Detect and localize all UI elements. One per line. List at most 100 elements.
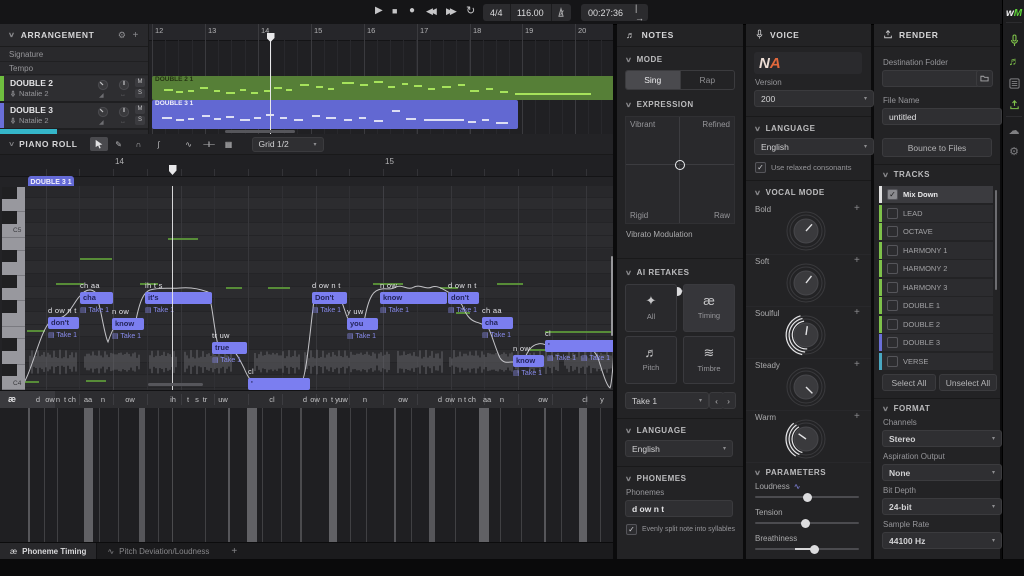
add-editor-tab-button[interactable]: + xyxy=(219,546,249,557)
track-volume-knob[interactable] xyxy=(97,105,109,117)
collapse-piano-roll-icon[interactable]: ∨ xyxy=(8,140,15,148)
track-pan-knob[interactable] xyxy=(118,78,130,90)
arc-tool[interactable]: ∩ xyxy=(130,137,148,151)
next-take-button[interactable]: › xyxy=(722,392,736,409)
phoneme-cell[interactable]: n xyxy=(458,395,462,404)
note-grid[interactable]: d ow n tdon't▤ Take 1ch aacha▤ Take 1n o… xyxy=(25,186,613,390)
forward-button[interactable]: ▶▶ xyxy=(446,6,454,17)
phoneme-cell[interactable]: tr xyxy=(203,395,208,404)
voice-language-select[interactable]: English ▾ xyxy=(754,138,874,155)
render-icon[interactable] xyxy=(1003,96,1024,112)
tempo-lane[interactable]: Tempo xyxy=(0,62,148,75)
vocal-mode-knob[interactable] xyxy=(784,365,828,409)
select-all-button[interactable]: Select All xyxy=(882,374,936,391)
take-label[interactable]: ▤ Take 1 xyxy=(112,332,141,340)
automation-wave-icon[interactable]: ∿ xyxy=(794,482,801,491)
track-mute-button[interactable]: M xyxy=(135,78,145,87)
piano-note[interactable]: know xyxy=(513,355,544,367)
track-solo-button[interactable]: S xyxy=(135,116,145,125)
arrangement-track-row[interactable]: DOUBLE 3Natalie 2◢↔MS xyxy=(0,103,148,130)
render-track-row[interactable]: DOUBLE 3 xyxy=(879,334,993,351)
render-track-row[interactable]: OCTAVE xyxy=(879,223,993,240)
phoneme-cell[interactable]: n xyxy=(363,395,367,404)
phoneme-cell[interactable]: ow xyxy=(445,395,455,404)
retake-timing-button[interactable]: æTiming xyxy=(683,284,735,332)
phoneme-cell[interactable]: cl xyxy=(269,395,274,404)
destination-folder-input[interactable] xyxy=(882,70,980,87)
expression-xy-pad[interactable]: Vibrant Refined Rigid Raw xyxy=(625,116,735,224)
timeline-ruler[interactable] xyxy=(149,24,613,41)
take-label[interactable]: ▤ Take 1 xyxy=(347,332,376,340)
render-track-row[interactable]: DOUBLE 1 xyxy=(879,297,993,314)
phoneme-cell[interactable]: ow xyxy=(538,395,548,404)
format-channels-select[interactable]: Stereo▾ xyxy=(882,430,1002,447)
format-bit-depth-select[interactable]: 24-bit▾ xyxy=(882,498,1002,515)
mode-sing-button[interactable]: Sing xyxy=(626,71,680,89)
parameter-slider-handle[interactable] xyxy=(801,519,810,528)
black-key[interactable] xyxy=(2,187,17,199)
render-track-row[interactable]: ✓Mix Down xyxy=(879,186,993,203)
timeline-scrollbar[interactable] xyxy=(225,130,295,133)
black-key[interactable] xyxy=(2,250,17,263)
loop-button[interactable]: ↻ xyxy=(466,4,475,17)
relaxed-consonants-row[interactable]: ✓ Use relaxed consonants xyxy=(755,162,851,173)
piano-note[interactable]: ' xyxy=(248,378,310,390)
take-label[interactable]: ▤ Take 1 xyxy=(48,331,77,339)
phoneme-cell[interactable]: ow xyxy=(310,395,320,404)
relaxed-consonants-checkbox[interactable]: ✓ xyxy=(755,162,766,173)
phoneme-row[interactable]: ædowntchaanowihtstruwcldowntyuwnowdowntc… xyxy=(0,390,613,409)
render-track-row[interactable]: HARMONY 1 xyxy=(879,242,993,259)
gear-icon[interactable]: ⚙ xyxy=(118,30,127,41)
tempo-display[interactable]: 4/4 116.00 xyxy=(483,4,571,21)
take-label[interactable]: ▤ Take 1 xyxy=(380,306,409,314)
phoneme-cell[interactable]: ch xyxy=(468,395,476,404)
vocal-mode-add-icon[interactable]: + xyxy=(854,359,860,370)
parameter-slider-handle[interactable] xyxy=(810,545,819,554)
render-track-row[interactable]: DOUBLE 2 xyxy=(879,316,993,333)
grid-select[interactable]: Grid 1/2 ▾ xyxy=(252,137,324,152)
goto-end-icon[interactable]: |→ xyxy=(630,3,649,23)
retake-pitch-button[interactable]: ♬Pitch xyxy=(625,336,677,384)
split-syllables-checkbox[interactable]: ✓ xyxy=(626,524,637,535)
render-track-checkbox[interactable] xyxy=(887,337,898,348)
piano-note[interactable]: true xyxy=(212,342,247,354)
piano-note[interactable]: ' xyxy=(545,340,613,352)
tempo-value[interactable]: 116.00 xyxy=(510,8,551,18)
render-track-row[interactable]: VERSE xyxy=(879,353,993,370)
piano-note[interactable]: don't xyxy=(48,317,79,329)
parameter-slider[interactable] xyxy=(755,496,859,498)
phoneme-cell[interactable]: t xyxy=(64,395,66,404)
piano-note[interactable]: know xyxy=(112,318,144,330)
microphone-icon[interactable] xyxy=(1003,32,1024,48)
arrangement-clip[interactable]: DOUBLE 2 1 xyxy=(152,76,613,100)
phoneme-cell[interactable]: aa xyxy=(84,395,92,404)
music-notes-icon[interactable]: ♬ xyxy=(1003,54,1024,70)
track-mute-button[interactable]: M xyxy=(135,105,145,114)
phoneme-cell[interactable]: t xyxy=(464,395,466,404)
panel-toggle-tool[interactable]: ▦ xyxy=(220,137,238,151)
phoneme-cell[interactable]: t xyxy=(331,395,333,404)
grid-scrollbar[interactable] xyxy=(148,383,203,386)
piano-note[interactable]: Don't xyxy=(312,292,347,304)
time-display[interactable]: 00:27:36 |→ xyxy=(581,4,648,21)
metronome-icon[interactable] xyxy=(551,7,571,18)
phoneme-cell[interactable]: uw xyxy=(338,395,348,404)
parameter-slider[interactable] xyxy=(755,548,859,550)
play-button[interactable]: ▶ xyxy=(375,5,383,16)
render-track-checkbox[interactable] xyxy=(887,245,898,256)
vocal-mode-add-icon[interactable]: + xyxy=(854,307,860,318)
phoneme-cell[interactable]: s xyxy=(195,395,199,404)
track-volume-knob[interactable] xyxy=(97,78,109,90)
bounce-to-files-button[interactable]: Bounce to Files xyxy=(882,138,992,157)
retake-all-button[interactable]: ✦All xyxy=(625,284,677,332)
piano-note[interactable]: cha xyxy=(482,317,513,329)
time-signature[interactable]: 4/4 xyxy=(483,8,510,18)
split-syllables-checkbox-row[interactable]: ✓ Evenly split note into syllables xyxy=(626,524,738,535)
render-track-checkbox[interactable] xyxy=(887,319,898,330)
record-button[interactable]: ● xyxy=(409,5,415,16)
phoneme-cell[interactable]: n xyxy=(101,395,105,404)
pencil-tool[interactable]: ✎ xyxy=(110,137,128,151)
take-label[interactable]: ▤ Take 1 xyxy=(312,306,341,314)
phoneme-cell[interactable]: ow xyxy=(45,395,55,404)
piano-playhead-head[interactable] xyxy=(169,165,177,175)
